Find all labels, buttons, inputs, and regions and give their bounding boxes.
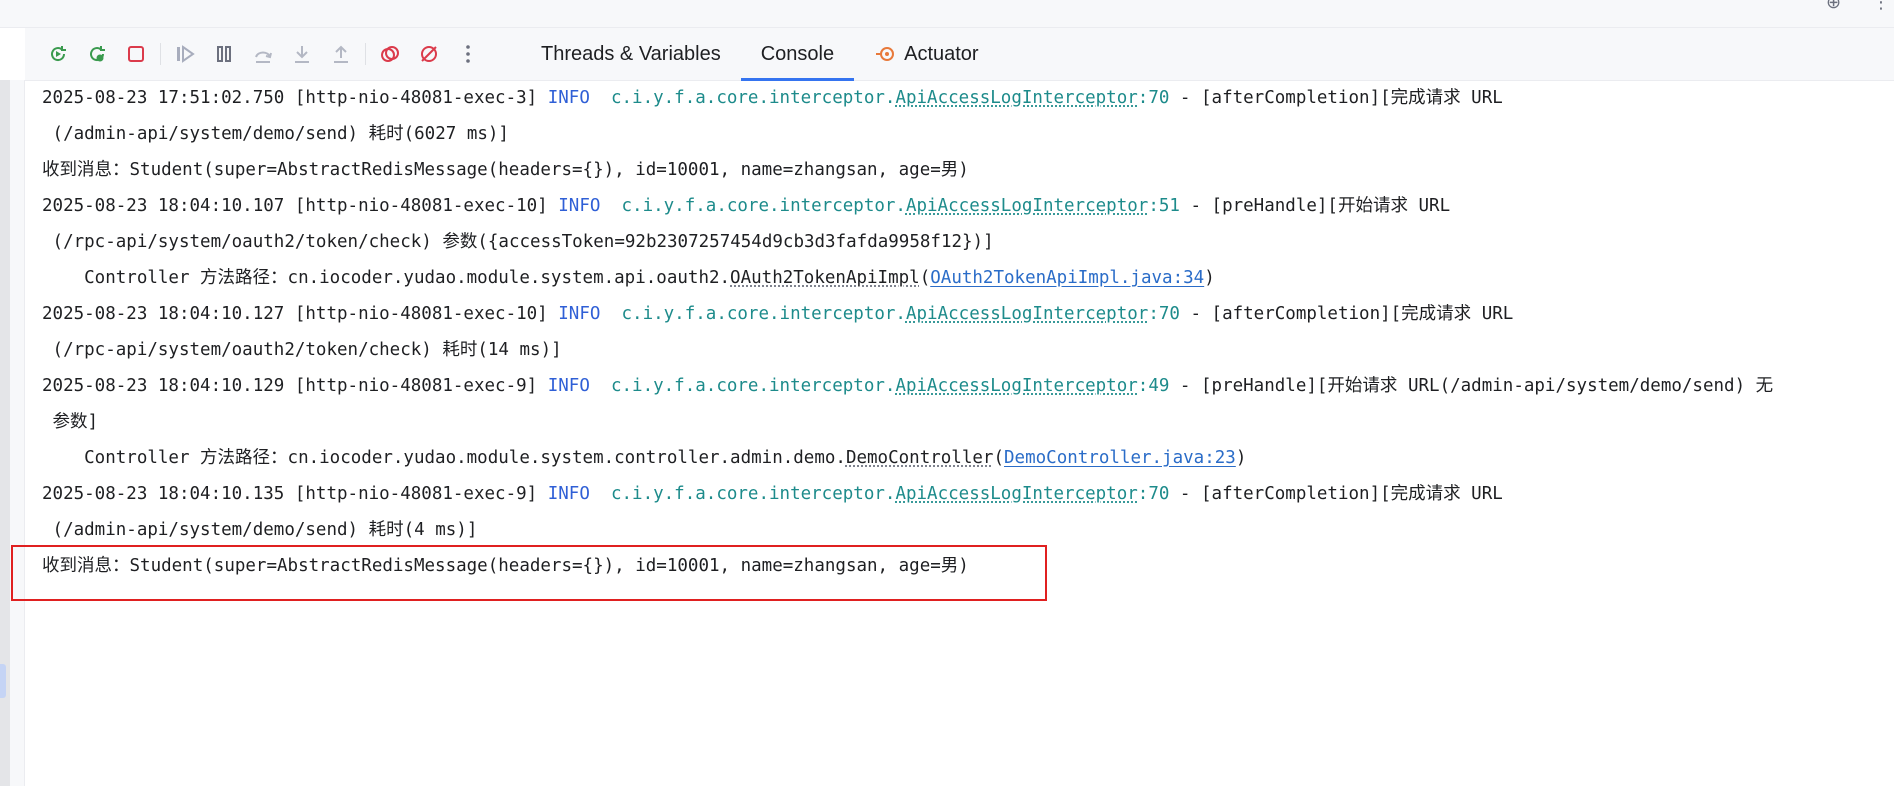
paren-open: ( <box>919 268 931 288</box>
tab-label: Actuator <box>904 42 979 65</box>
resume-icon <box>177 45 195 63</box>
debug-tabs: Threads & Variables Console Actuator <box>521 28 999 81</box>
controller-path: Controller 方法路径：cn.iocoder.yudao.module.… <box>42 448 846 468</box>
tab-actuator[interactable]: Actuator <box>854 28 998 80</box>
source-file-link[interactable]: DemoController.java:23 <box>1004 448 1236 468</box>
highlight-annotation-box <box>11 545 1047 601</box>
controller-class[interactable]: OAuth2TokenApiImpl <box>730 268 920 288</box>
log-line: 2025-08-23 18:04:10.129 [http-nio-48081-… <box>42 368 1773 404</box>
log-line: Controller 方法路径：cn.iocoder.yudao.module.… <box>42 260 1215 296</box>
log-prefix: 2025-08-23 18:04:10.127 [http-nio-48081-… <box>42 304 559 324</box>
step-into-button[interactable] <box>286 38 318 70</box>
log-gap <box>590 376 611 396</box>
log-gap <box>600 196 621 216</box>
logger-line-number: :70 <box>1148 304 1180 324</box>
log-level: INFO <box>547 484 590 504</box>
log-line: 参数] <box>42 412 99 432</box>
tab-label: Console <box>760 42 835 65</box>
mute-breakpoints-icon <box>421 46 437 62</box>
step-out-icon <box>334 45 348 63</box>
log-line: (/rpc-api/system/oauth2/token/check) 耗时(… <box>42 340 562 360</box>
paren-open: ( <box>993 448 1005 468</box>
stop-button[interactable] <box>120 38 152 70</box>
toolbar-separator <box>160 43 161 65</box>
globe-icon[interactable]: ⊕ <box>1826 0 1841 13</box>
log-line: 2025-08-23 18:04:10.107 [http-nio-48081-… <box>42 188 1450 224</box>
actuator-icon <box>874 43 896 65</box>
log-prefix: 2025-08-23 18:04:10.107 [http-nio-48081-… <box>42 196 559 216</box>
logger-class-link[interactable]: ApiAccessLogInterceptor <box>906 304 1148 324</box>
step-over-icon <box>255 51 272 63</box>
mute-breakpoints-button[interactable] <box>413 38 445 70</box>
logger-line-number: :70 <box>1137 484 1170 504</box>
controller-path: Controller 方法路径：cn.iocoder.yudao.module.… <box>42 268 731 288</box>
logger-line-number: :49 <box>1137 376 1170 396</box>
log-message: - [afterCompletion][完成请求 URL <box>1169 484 1503 504</box>
step-into-icon <box>295 46 309 63</box>
logger-package: c.i.y.f.a.core.interceptor. <box>621 196 906 216</box>
logger-package: c.i.y.f.a.core.interceptor. <box>610 88 896 108</box>
log-gap <box>590 88 611 108</box>
log-level: INFO <box>558 304 601 324</box>
logger-class-link[interactable]: ApiAccessLogInterceptor <box>895 376 1137 396</box>
debug-toolbar: Threads & Variables Console Actuator <box>25 28 1894 81</box>
log-message: - [preHandle][开始请求 URL(/admin-api/system… <box>1169 376 1774 396</box>
log-prefix: 2025-08-23 18:04:10.129 [http-nio-48081-… <box>42 376 548 396</box>
console-gutter <box>10 80 25 786</box>
log-message: - [afterCompletion][完成请求 URL <box>1169 88 1503 108</box>
view-breakpoints-icon <box>381 46 399 62</box>
logger-class-link[interactable]: ApiAccessLogInterceptor <box>906 196 1148 216</box>
controller-class[interactable]: DemoController <box>846 448 994 468</box>
log-message: - [preHandle][开始请求 URL <box>1179 196 1451 216</box>
paren-close: ) <box>1204 268 1215 288</box>
logger-line-number: :51 <box>1148 196 1180 216</box>
step-over-button[interactable] <box>247 38 279 70</box>
pause-icon <box>217 46 231 62</box>
source-file-link[interactable]: OAuth2TokenApiImpl.java:34 <box>930 268 1204 288</box>
stop-icon <box>128 46 144 62</box>
log-level: INFO <box>547 88 590 108</box>
log-prefix: 2025-08-23 17:51:02.750 [http-nio-48081-… <box>42 88 548 108</box>
logger-class-link[interactable]: ApiAccessLogInterceptor <box>895 484 1137 504</box>
more-options-button[interactable] <box>452 38 484 70</box>
logger-package: c.i.y.f.a.core.interceptor. <box>621 304 906 324</box>
log-line: 2025-08-23 18:04:10.135 [http-nio-48081-… <box>42 476 1503 512</box>
rerun-debug-button[interactable] <box>81 38 113 70</box>
step-out-button[interactable] <box>325 38 357 70</box>
side-tool-marker[interactable] <box>0 664 6 698</box>
log-level: INFO <box>547 376 590 396</box>
tab-threads-variables[interactable]: Threads & Variables <box>521 28 741 80</box>
rerun-button[interactable] <box>42 38 74 70</box>
toolbar-actions <box>25 38 491 70</box>
rerun-debug-icon <box>90 46 105 62</box>
log-line: Controller 方法路径：cn.iocoder.yudao.module.… <box>42 440 1246 476</box>
logger-package: c.i.y.f.a.core.interceptor. <box>610 376 896 396</box>
pause-button[interactable] <box>208 38 240 70</box>
logger-package: c.i.y.f.a.core.interceptor. <box>610 484 896 504</box>
log-line: 收到消息：Student(super=AbstractRedisMessage(… <box>42 160 969 180</box>
toolbar-separator <box>365 43 366 65</box>
logger-class-link[interactable]: ApiAccessLogInterceptor <box>895 88 1137 108</box>
resume-button[interactable] <box>169 38 201 70</box>
more-options-icon <box>466 45 470 63</box>
log-level: INFO <box>558 196 601 216</box>
view-breakpoints-button[interactable] <box>374 38 406 70</box>
log-line: 2025-08-23 17:51:02.750 [http-nio-48081-… <box>42 80 1503 116</box>
logger-line-number: :70 <box>1137 88 1170 108</box>
more-vertical-icon[interactable]: ⋮ <box>1872 0 1890 13</box>
title-strip: ⊕ ⋮ <box>0 0 1894 28</box>
log-gap <box>590 484 611 504</box>
rerun-icon <box>51 46 66 62</box>
tab-label: Threads & Variables <box>541 42 721 65</box>
log-prefix: 2025-08-23 18:04:10.135 [http-nio-48081-… <box>42 484 548 504</box>
paren-close: ) <box>1235 448 1247 468</box>
console-output[interactable]: 2025-08-23 17:51:02.750 [http-nio-48081-… <box>25 80 1894 786</box>
log-gap <box>600 304 621 324</box>
log-line: (/admin-api/system/demo/send) 耗时(6027 ms… <box>42 124 509 144</box>
log-line: (/admin-api/system/demo/send) 耗时(4 ms)] <box>42 520 478 540</box>
tab-console[interactable]: Console <box>740 28 855 81</box>
log-line: 2025-08-23 18:04:10.127 [http-nio-48081-… <box>42 296 1513 332</box>
log-message: - [afterCompletion][完成请求 URL <box>1179 304 1514 324</box>
log-line: (/rpc-api/system/oauth2/token/check) 参数(… <box>42 232 994 252</box>
